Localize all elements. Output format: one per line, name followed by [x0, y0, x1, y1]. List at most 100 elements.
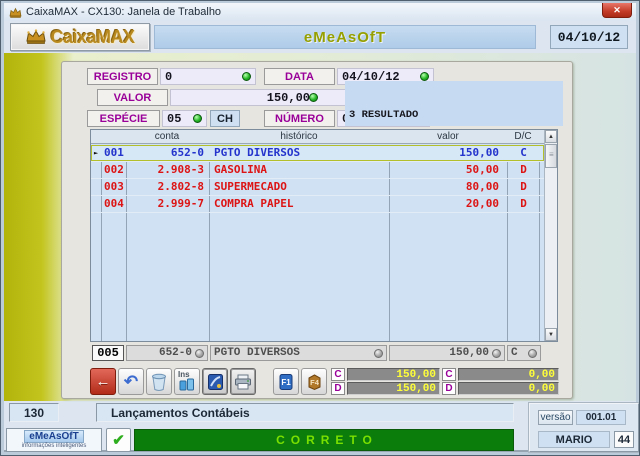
- date-text: 04/10/12: [558, 30, 620, 45]
- cell-conta: 652-0: [127, 145, 207, 162]
- version-button[interactable]: versão: [538, 410, 573, 425]
- table-row[interactable]: 002 2.908-3 GASOLINA 50,00 D: [91, 162, 544, 179]
- led-gray-icon: [492, 349, 501, 358]
- especie-tipo-box: CH: [210, 110, 240, 127]
- cell-conta: 2.908-3: [127, 162, 207, 179]
- cell-dc: D: [508, 162, 539, 179]
- data-label: DATA: [264, 68, 335, 85]
- check-icon: ✔: [112, 431, 125, 449]
- grid-body: ► 001 652-0 PGTO DIVERSOS 150,00 C 002 2…: [91, 145, 544, 341]
- footer-brand: eMeAsOfT: [24, 430, 83, 443]
- cell-valor: 50,00: [390, 162, 505, 179]
- toolbar: ← ↶ Ins: [90, 368, 327, 395]
- cell-historico: GASOLINA: [210, 162, 388, 179]
- account-info-box: 3 RESULTADO 3000 DISPONIVEL 652-0 CEF - …: [345, 81, 563, 126]
- f4-button[interactable]: F4: [301, 368, 327, 395]
- footer-logo: eMeAsOfT informações inteligentes: [6, 428, 102, 452]
- led-green-icon: [309, 93, 318, 102]
- insert-button[interactable]: Ins: [174, 368, 200, 395]
- print-button[interactable]: [230, 368, 256, 395]
- confirm-button[interactable]: ✔: [106, 428, 131, 452]
- back-icon: ←: [96, 373, 111, 390]
- logo-text: CaixaMAX: [50, 27, 134, 48]
- date-display: 04/10/12: [550, 25, 628, 49]
- save-button[interactable]: [202, 368, 228, 395]
- table-row[interactable]: 003 2.802-8 SUPERMECADO 80,00 D: [91, 179, 544, 196]
- scroll-thumb[interactable]: [545, 144, 557, 168]
- entry-conta-field[interactable]: 652-0: [126, 345, 208, 361]
- window-titlebar[interactable]: CaixaMAX - CX130: Janela de Trabalho ✕: [4, 3, 636, 21]
- registro-label: REGISTRO: [87, 68, 158, 85]
- cell-historico: PGTO DIVERSOS: [210, 145, 388, 162]
- entry-valor-field[interactable]: 150,00: [389, 345, 505, 361]
- table-row[interactable]: ► 001 652-0 PGTO DIVERSOS 150,00 C: [91, 145, 544, 162]
- led-green-icon: [420, 72, 429, 81]
- close-icon: ✕: [613, 5, 621, 16]
- close-button[interactable]: ✕: [602, 3, 632, 18]
- especie-value: 05: [167, 112, 189, 126]
- col-valor: valor: [437, 131, 459, 142]
- total-c-value: 150,00: [347, 368, 440, 381]
- valor-value: 150,00: [267, 91, 310, 105]
- table-row[interactable]: 004 2.999-7 COMPRA PAPEL 20,00 D: [91, 196, 544, 213]
- grid-scrollbar[interactable]: ▲ ▼: [544, 130, 557, 341]
- valor-field[interactable]: 150,00: [170, 89, 347, 106]
- station-field: 44: [614, 431, 634, 448]
- led-gray-icon: [374, 349, 383, 358]
- f1-button[interactable]: F1: [273, 368, 299, 395]
- cell-num: 001: [102, 145, 125, 162]
- led-gray-icon: [528, 349, 537, 358]
- svg-text:F1: F1: [281, 378, 291, 387]
- led-gray-icon: [195, 349, 204, 358]
- col-conta: conta: [155, 131, 179, 142]
- cell-num: 004: [102, 196, 125, 213]
- printer-icon: [234, 374, 252, 390]
- version-value: 001.01: [576, 410, 626, 425]
- content-area: REGISTRO 0 DATA 04/10/12 VALOR 150,00 ES…: [4, 53, 636, 401]
- total-d-label: D: [331, 382, 345, 395]
- insert-label: Ins: [178, 370, 190, 379]
- registro-field[interactable]: 0: [160, 68, 256, 85]
- delete-button[interactable]: [146, 368, 172, 395]
- f4-icon: F4: [306, 373, 323, 391]
- valor-label: VALOR: [97, 89, 168, 106]
- scroll-up-icon[interactable]: ▲: [545, 130, 557, 143]
- entries-grid: conta histórico valor D/C ► 001 652-0: [90, 129, 558, 342]
- diff-c-label: C: [442, 368, 456, 381]
- entry-dc-field[interactable]: C: [507, 345, 541, 361]
- especie-field[interactable]: 05: [162, 110, 207, 127]
- app-window: CaixaMAX - CX130: Janela de Trabalho ✕ C…: [0, 0, 640, 456]
- diff-d-label: D: [442, 382, 456, 395]
- cell-valor: 150,00: [390, 145, 505, 162]
- especie-label: ESPÉCIE: [87, 110, 160, 127]
- led-green-icon: [242, 72, 251, 81]
- entry-number-field[interactable]: 005: [92, 345, 124, 361]
- cell-conta: 2.999-7: [127, 196, 207, 213]
- app-banner: eMeAsOfT: [154, 25, 536, 49]
- version-panel: versão 001.01 MARIO 44: [529, 403, 639, 452]
- app-logo: CaixaMAX: [10, 23, 150, 51]
- cell-dc: C: [508, 145, 539, 162]
- window-title: CaixaMAX - CX130: Janela de Trabalho: [26, 6, 221, 18]
- numero-label: NÚMERO: [264, 110, 335, 127]
- work-panel: REGISTRO 0 DATA 04/10/12 VALOR 150,00 ES…: [61, 61, 573, 399]
- scroll-down-icon[interactable]: ▼: [545, 328, 557, 341]
- info-line: 3 RESULTADO: [349, 109, 559, 122]
- undo-button[interactable]: ↶: [118, 368, 144, 395]
- undo-icon: ↶: [124, 373, 138, 390]
- entry-valor-value: 150,00: [449, 347, 489, 359]
- book-icon: [207, 373, 224, 391]
- grid-header: conta histórico valor D/C: [91, 130, 544, 144]
- led-green-icon: [193, 114, 202, 123]
- entry-historico-field[interactable]: PGTO DIVERSOS: [210, 345, 387, 361]
- crown-icon: [25, 29, 47, 45]
- status-message: CORRETO: [270, 433, 378, 447]
- trash-icon: [151, 373, 167, 391]
- header: CaixaMAX eMeAsOfT 04/10/12: [4, 21, 636, 53]
- screen-description: Lançamentos Contábeis: [96, 403, 514, 422]
- entry-historico-value: PGTO DIVERSOS: [214, 347, 371, 359]
- cell-historico: COMPRA PAPEL: [210, 196, 388, 213]
- cell-historico: SUPERMECADO: [210, 179, 388, 196]
- cell-num: 002: [102, 162, 125, 179]
- back-button[interactable]: ←: [90, 368, 116, 395]
